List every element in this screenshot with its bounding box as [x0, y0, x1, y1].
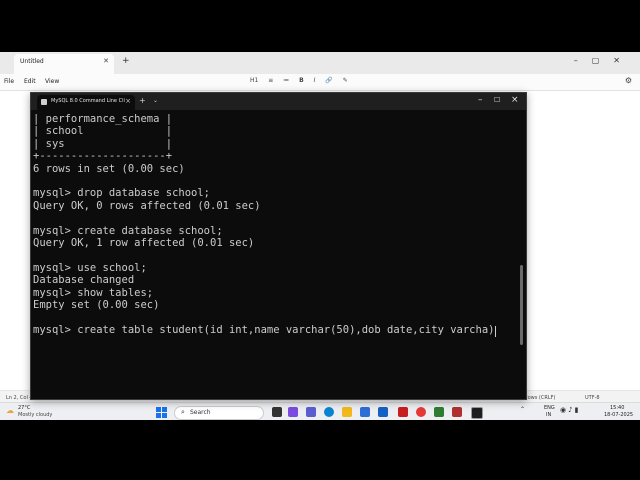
list-button[interactable]: ≡ [268, 77, 273, 84]
app-icon[interactable] [434, 407, 444, 417]
taskbar-search-box[interactable]: ⌕ Search [174, 406, 264, 420]
terminal-tab-title: MySQL 8.0 Command Line Cli [51, 98, 125, 104]
desktop-screen: Untitled ✕ + –▢✕ File Edit View H1 ≡ ≔ B… [0, 52, 640, 420]
task-view-icon[interactable] [272, 407, 282, 417]
maximize-icon[interactable]: ☐ [494, 96, 500, 104]
italic-button[interactable]: I [314, 77, 316, 84]
taskbar: ☁ 27°C Mostly cloudy ⌕ Search ⌃ ENG IN ◉… [0, 402, 640, 420]
heading-button[interactable]: H1 [250, 77, 258, 84]
close-icon[interactable]: × [511, 95, 519, 105]
terminal-window[interactable]: MySQL 8.0 Command Line Cli × + ⌄ – ☐ × |… [30, 92, 527, 400]
app-icon[interactable] [452, 407, 462, 417]
menu-edit[interactable]: Edit [24, 78, 36, 85]
plus-icon[interactable]: + [122, 56, 130, 66]
link-button[interactable]: 🔗 [325, 77, 332, 84]
menu-view[interactable]: View [45, 78, 59, 85]
search-icon: ⌕ [181, 408, 185, 416]
plus-icon[interactable]: + [139, 96, 146, 105]
terminal-prompt-line[interactable]: mysql> create table student(id int,name … [33, 324, 494, 336]
menu-file[interactable]: File [4, 78, 14, 85]
minimize-icon[interactable]: – [478, 95, 483, 105]
terminal-line: +--------------------+ [33, 150, 173, 163]
notepad-menu-bar: File Edit View H1 ≡ ≔ B I 🔗 ✎ ⚙ [0, 74, 640, 91]
notepad-tab[interactable]: Untitled ✕ [14, 54, 114, 74]
language-region[interactable]: IN [546, 412, 551, 418]
terminal-line: mysql> create database school; [33, 224, 223, 237]
terminal-line: | performance_schema | [33, 113, 173, 125]
terminal-line: Query OK, 0 rows affected (0.01 sec) [33, 199, 261, 212]
notepad-tab-bar: Untitled ✕ + –▢✕ [0, 52, 640, 74]
system-tray-icons[interactable]: ◉♪▮ [560, 406, 580, 414]
copilot-icon[interactable] [288, 407, 298, 417]
clear-format-button[interactable]: ✎ [343, 77, 348, 84]
notepad-tab-title: Untitled [20, 58, 44, 65]
chrome-icon[interactable] [416, 407, 426, 417]
terminal-icon[interactable] [471, 407, 483, 419]
numbered-list-button[interactable]: ≔ [283, 77, 289, 84]
terminal-tab-bar: MySQL 8.0 Command Line Cli × + ⌄ – ☐ × [31, 93, 526, 110]
teams-icon[interactable] [306, 407, 316, 417]
encoding[interactable]: UTF-8 [585, 395, 600, 401]
terminal-line: Query OK, 1 row affected (0.01 sec) [33, 237, 255, 249]
format-toolbar: H1 ≡ ≔ B I 🔗 ✎ [250, 77, 356, 88]
gear-icon[interactable]: ⚙ [625, 76, 632, 85]
close-icon[interactable]: × [125, 97, 131, 105]
terminal-line: | sys | [33, 137, 173, 150]
weather-temperature[interactable]: 27°C [18, 405, 30, 411]
edge-icon[interactable] [324, 407, 334, 417]
terminal-scrollbar[interactable] [520, 265, 523, 345]
terminal-app-icon [41, 99, 47, 105]
text-cursor [495, 326, 496, 337]
chevron-down-icon[interactable]: ⌄ [153, 97, 158, 104]
search-label: Search [190, 409, 211, 416]
terminal-tab[interactable]: MySQL 8.0 Command Line Cli × [37, 95, 135, 110]
terminal-line: mysql> show tables; [33, 286, 154, 299]
chevron-up-icon[interactable]: ⌃ [520, 406, 525, 413]
close-icon[interactable]: ✕ [103, 57, 109, 65]
terminal-line: Empty set (0.00 sec) [33, 299, 160, 311]
terminal-line: Database changed [33, 274, 135, 287]
terminal-output[interactable]: | performance_schema | | school | | sys … [33, 113, 519, 397]
bold-button[interactable]: B [299, 77, 304, 84]
terminal-line: | school | [33, 125, 173, 138]
language-indicator[interactable]: ENG [544, 405, 555, 411]
terminal-line: 6 rows in set (0.00 sec) [33, 162, 185, 175]
mcafee-icon[interactable] [398, 407, 408, 417]
file-explorer-icon[interactable] [342, 407, 352, 417]
window-controls[interactable]: –▢✕ [574, 56, 634, 65]
weather-icon[interactable]: ☁ [6, 406, 14, 415]
windows-start-button[interactable] [156, 407, 167, 418]
clock-time[interactable]: 15:40 [610, 405, 624, 411]
store-icon[interactable] [360, 407, 370, 417]
terminal-line: mysql> drop database school; [33, 187, 211, 200]
terminal-line: mysql> use school; [33, 261, 147, 274]
weather-description[interactable]: Mostly cloudy [18, 412, 52, 418]
mail-icon[interactable] [378, 407, 388, 417]
clock-date[interactable]: 18-07-2025 [604, 412, 633, 418]
